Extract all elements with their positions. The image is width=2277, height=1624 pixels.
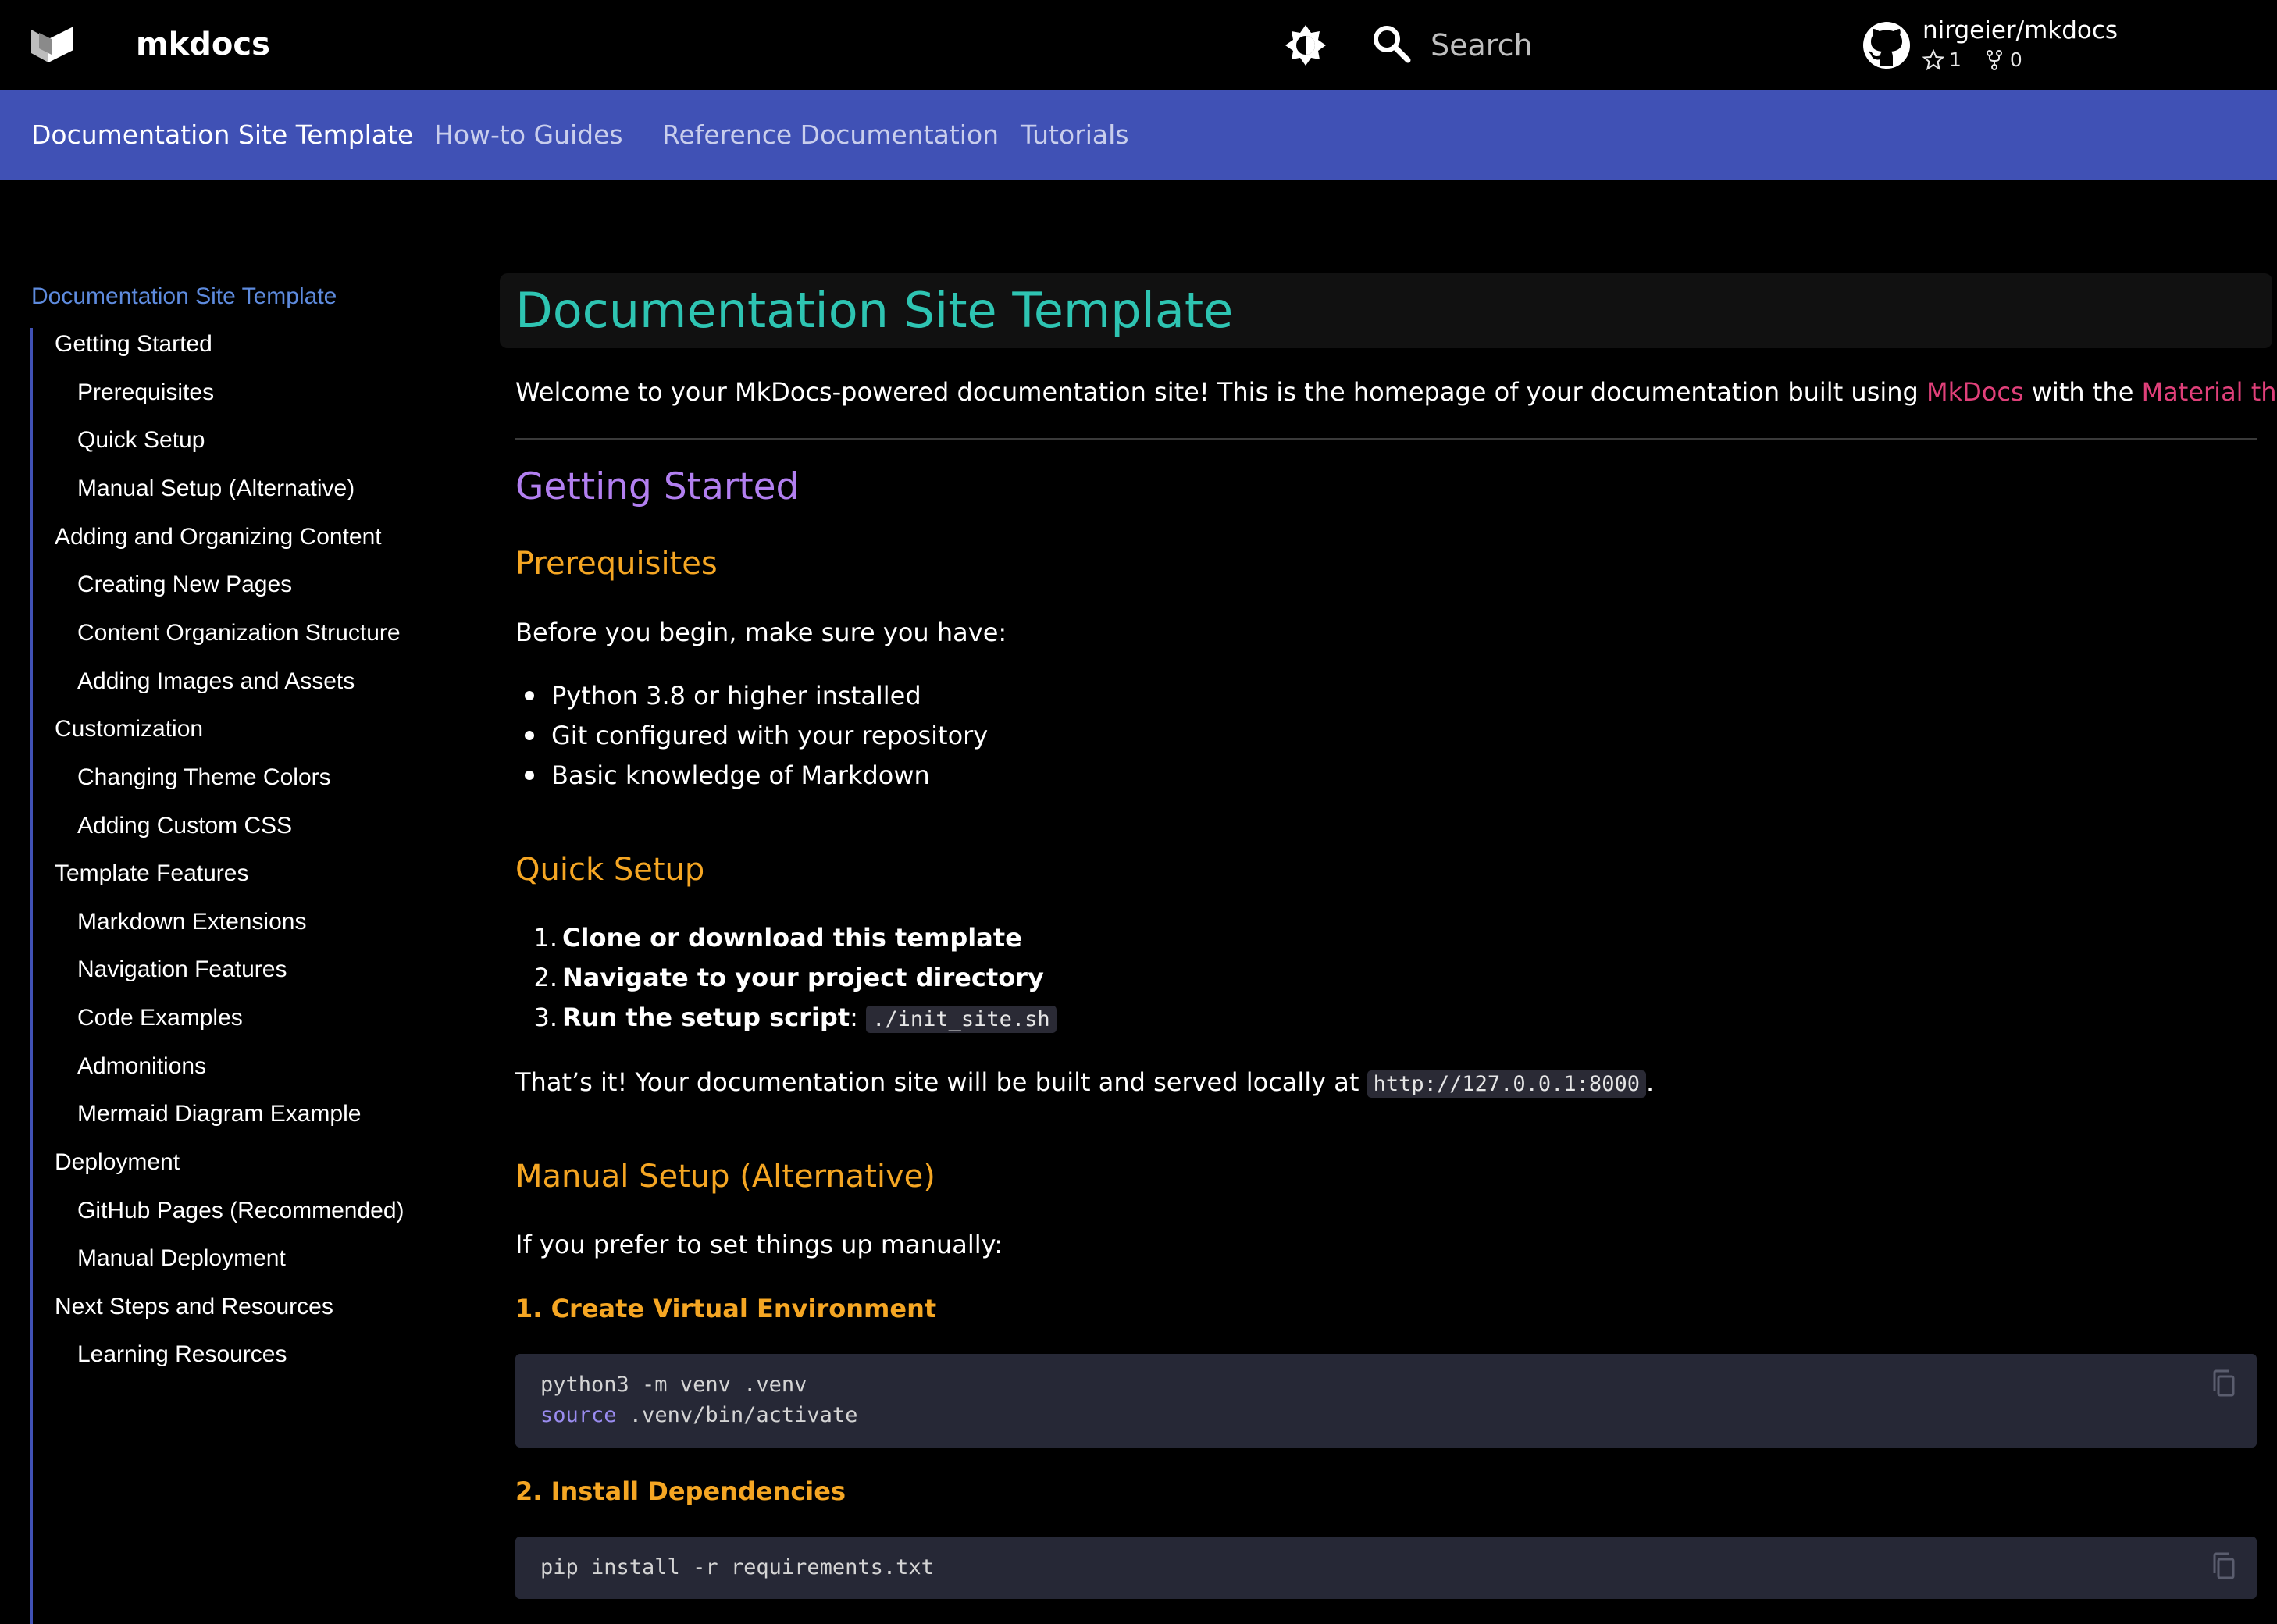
code-line: pip install -r requirements.txt	[540, 1555, 934, 1579]
sidebar-item-adding-and-organizing-content[interactable]: Adding and Organizing Content	[55, 514, 382, 561]
list-item-text: Navigate to your project directory	[562, 963, 1044, 992]
repo-link[interactable]: nirgeier/mkdocs 1 0	[1862, 16, 2174, 78]
sidebar-item-admonitions[interactable]: Admonitions	[77, 1043, 206, 1090]
sidebar-item-learning-resources[interactable]: Learning Resources	[77, 1331, 287, 1378]
heading-getting-started: Getting Started	[515, 465, 800, 508]
sidebar-item-template-features[interactable]: Template Features	[55, 850, 248, 897]
tab-how-to-guides[interactable]: How-to Guides	[434, 90, 623, 180]
code-keyword: source	[540, 1403, 617, 1427]
sidebar-item-manual-setup[interactable]: Manual Setup (Alternative)	[77, 465, 355, 512]
material-theme-link[interactable]: Material theme	[2142, 377, 2277, 407]
fork-icon	[1986, 50, 2002, 70]
list-item-text: Clone or download this template	[562, 923, 1022, 953]
manual-setup-lead: If you prefer to set things up manually:	[515, 1230, 1003, 1259]
intro-text: Welcome to your MkDocs-powered documenta…	[515, 377, 1927, 407]
outro-text: That’s it! Your documentation site will …	[515, 1067, 1367, 1097]
tab-tutorials[interactable]: Tutorials	[1021, 90, 1129, 180]
header: mkdocs nirgeier/mkdocs 1	[0, 0, 2277, 90]
prerequisites-lead: Before you begin, make sure you have:	[515, 618, 1007, 647]
code-line: python3 -m venv .venv	[540, 1373, 807, 1397]
code-text: .venv/bin/activate	[616, 1403, 858, 1427]
sidebar-item-adding-custom-css[interactable]: Adding Custom CSS	[77, 803, 292, 849]
sidebar-item-navigation-features[interactable]: Navigation Features	[77, 946, 287, 993]
tab-bar: Documentation Site Template How-to Guide…	[0, 90, 2277, 180]
repo-forks-count: 0	[2009, 48, 2022, 71]
sidebar-nav-rule	[30, 328, 33, 1624]
repo-stars-count: 1	[1949, 48, 1962, 71]
sidebar-item-adding-images-and-assets[interactable]: Adding Images and Assets	[77, 658, 355, 705]
code-line: source .venv/bin/activate	[540, 1401, 857, 1430]
site-name[interactable]: mkdocs	[136, 25, 270, 64]
tab-reference-documentation[interactable]: Reference Documentation	[662, 90, 999, 180]
star-icon	[1922, 49, 1944, 71]
heading-manual-setup: Manual Setup (Alternative)	[515, 1159, 935, 1195]
sidebar-item-changing-theme-colors[interactable]: Changing Theme Colors	[77, 754, 331, 801]
list-item-text: Python 3.8 or higher installed	[551, 681, 921, 710]
sidebar-item-creating-new-pages[interactable]: Creating New Pages	[77, 561, 292, 608]
list-item-text: Git configured with your repository	[551, 721, 989, 750]
list-item: Python 3.8 or higher installed	[515, 678, 921, 713]
sidebar-item-customization[interactable]: Customization	[55, 706, 203, 753]
list-item-text: Basic knowledge of Markdown	[551, 760, 930, 790]
code-block: python3 -m venv .venv source .venv/bin/a…	[515, 1354, 2257, 1448]
inline-code: ./init_site.sh	[866, 1006, 1057, 1033]
intro-paragraph: Welcome to your MkDocs-powered documenta…	[515, 375, 2277, 409]
heading-prerequisites: Prerequisites	[515, 546, 718, 582]
bullet	[525, 771, 534, 780]
tab-documentation-site-template[interactable]: Documentation Site Template	[31, 90, 413, 180]
sidebar-item-deployment[interactable]: Deployment	[55, 1139, 180, 1186]
repo-forks: 0	[1983, 48, 2022, 72]
list-number: 1.	[533, 923, 558, 953]
search-icon[interactable]	[1371, 23, 1412, 64]
page-title: Documentation Site Template	[515, 282, 1234, 339]
material-logo-icon[interactable]	[28, 23, 77, 66]
divider	[515, 438, 2257, 440]
copy-icon[interactable]	[2208, 1368, 2240, 1399]
intro-text: with the	[2023, 377, 2142, 407]
mkdocs-link[interactable]: MkDocs	[1926, 377, 2024, 407]
list-item-separator: :	[850, 1003, 867, 1032]
list-item: Git configured with your repository	[515, 718, 988, 753]
list-number: 3.	[533, 1003, 558, 1032]
quick-setup-outro: That’s it! Your documentation site will …	[515, 1065, 1654, 1102]
sidebar-item-quick-setup[interactable]: Quick Setup	[77, 417, 205, 464]
list-item-text: Run the setup script	[562, 1003, 850, 1032]
repo-name: nirgeier/mkdocs	[1922, 16, 2118, 45]
bullet	[525, 731, 534, 740]
sidebar-item-manual-deployment[interactable]: Manual Deployment	[77, 1235, 286, 1282]
sidebar-item-prerequisites[interactable]: Prerequisites	[77, 369, 214, 416]
repo-facts: 1 0	[1922, 48, 2044, 72]
brightness-auto-icon[interactable]	[1284, 23, 1327, 67]
sidebar-item-next-steps-and-resources[interactable]: Next Steps and Resources	[55, 1284, 333, 1330]
page-title-box: Documentation Site Template	[500, 273, 2272, 348]
sidebar-item-github-pages[interactable]: GitHub Pages (Recommended)	[77, 1188, 404, 1234]
heading-install-dependencies: 2. Install Dependencies	[515, 1476, 846, 1506]
search-input[interactable]	[1431, 22, 1790, 69]
inline-code-url: http://127.0.0.1:8000	[1367, 1070, 1646, 1098]
list-item: Basic knowledge of Markdown	[515, 758, 930, 792]
sidebar-item-mermaid-diagram-example[interactable]: Mermaid Diagram Example	[77, 1091, 361, 1138]
list-number: 2.	[533, 963, 558, 992]
sidebar-item-markdown-extensions[interactable]: Markdown Extensions	[77, 899, 306, 946]
github-icon	[1863, 22, 1910, 69]
heading-create-venv: 1. Create Virtual Environment	[515, 1294, 937, 1323]
list-item: 2. Navigate to your project directory	[515, 960, 1044, 995]
list-item: 3. Run the setup script: ./init_site.sh	[515, 1000, 1057, 1037]
sidebar-item-getting-started[interactable]: Getting Started	[55, 321, 212, 368]
sidebar-title[interactable]: Documentation Site Template	[31, 273, 337, 320]
heading-quick-setup: Quick Setup	[515, 852, 705, 888]
outro-text: .	[1645, 1067, 1655, 1097]
copy-icon[interactable]	[2208, 1551, 2240, 1582]
repo-stars: 1	[1922, 48, 1962, 72]
sidebar-item-code-examples[interactable]: Code Examples	[77, 995, 243, 1042]
code-block: pip install -r requirements.txt	[515, 1537, 2257, 1599]
sidebar-item-content-organization-structure[interactable]: Content Organization Structure	[77, 610, 401, 657]
bullet	[525, 691, 534, 700]
list-item: 1. Clone or download this template	[515, 921, 1022, 955]
